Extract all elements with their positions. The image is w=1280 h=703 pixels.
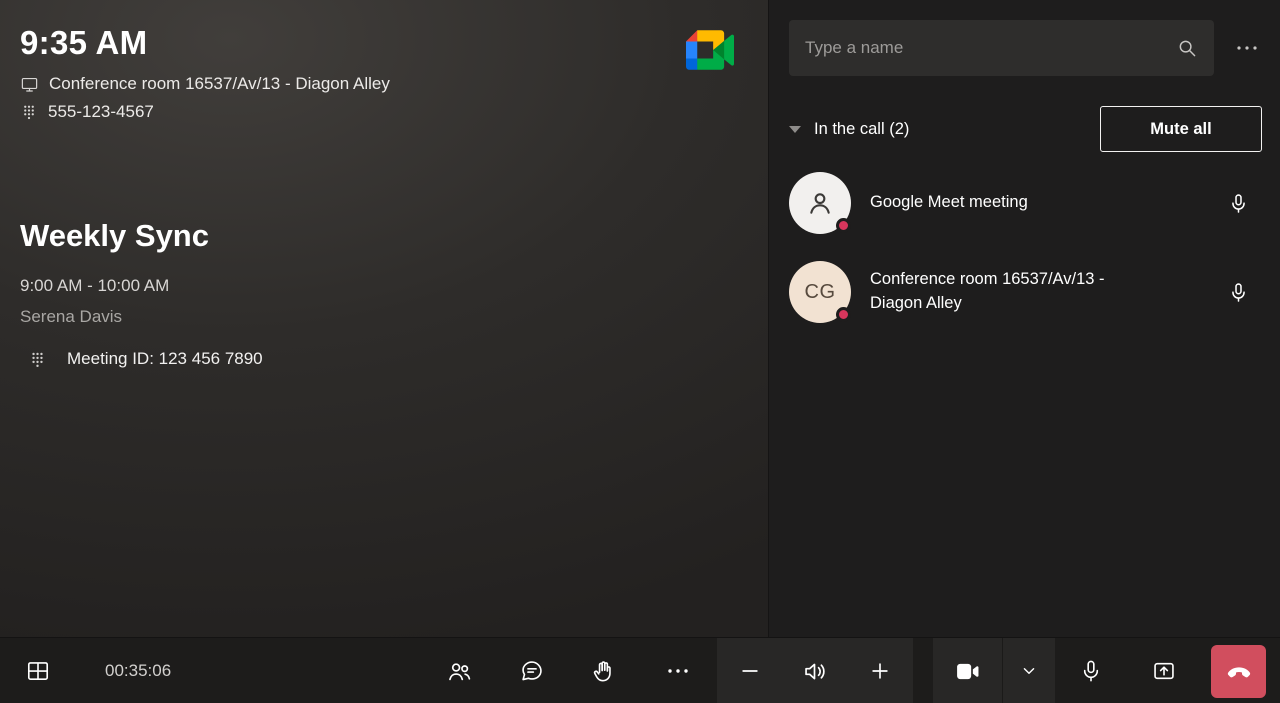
more-options-button[interactable] <box>654 638 702 703</box>
in-the-call-toggle[interactable]: In the call (2) <box>789 120 909 139</box>
presence-busy-dot <box>836 218 851 233</box>
participant-name: Conference room 16537/Av/13 - Diagon All… <box>870 268 1136 316</box>
speaker-icon <box>801 658 828 685</box>
camera-icon <box>954 658 981 685</box>
microphone-button[interactable] <box>1067 638 1115 703</box>
raise-hand-button[interactable] <box>580 638 628 703</box>
participant-list: Google Meet meeting CG Conf <box>789 172 1262 350</box>
minus-icon <box>739 660 761 682</box>
in-the-call-label: In the call (2) <box>814 120 909 139</box>
meeting-organizer: Serena Davis <box>20 307 209 327</box>
meeting-id-row: Meeting ID: 123 456 7890 <box>28 349 263 369</box>
avatar: CG <box>789 261 851 323</box>
camera-button[interactable] <box>933 638 1002 703</box>
meeting-title: Weekly Sync <box>20 218 209 254</box>
layout-grid-button[interactable] <box>14 638 62 703</box>
plus-icon <box>869 660 891 682</box>
roster-panel: In the call (2) Mute all Google Meet mee… <box>768 0 1280 637</box>
search-box[interactable] <box>789 20 1214 76</box>
participant-row[interactable]: CG Conference room 16537/Av/13 - Diagon … <box>789 261 1262 323</box>
mic-icon <box>1227 281 1250 304</box>
raise-hand-icon <box>591 658 617 684</box>
clock: 9:35 AM <box>20 24 147 62</box>
dialpad-icon <box>28 350 47 369</box>
chat-icon <box>519 658 545 684</box>
speaker-button[interactable] <box>782 638 847 703</box>
presence-busy-dot <box>836 307 851 322</box>
roster-more-button[interactable] <box>1230 34 1264 62</box>
meeting-time: 9:00 AM - 10:00 AM <box>20 276 209 296</box>
avatar-initials: CG <box>805 281 836 304</box>
avatar <box>789 172 851 234</box>
more-icon <box>666 667 690 675</box>
grid-layout-icon <box>25 658 51 684</box>
volume-up-button[interactable] <box>848 638 913 703</box>
meeting-id: Meeting ID: 123 456 7890 <box>67 349 263 369</box>
chevron-collapse-icon <box>789 126 801 133</box>
mic-icon <box>1227 192 1250 215</box>
participant-mic-button[interactable] <box>1214 281 1262 304</box>
call-timer: 00:35:06 <box>105 638 171 703</box>
roster-section-row: In the call (2) Mute all <box>789 106 1262 152</box>
hang-up-button[interactable] <box>1211 645 1266 698</box>
people-icon <box>446 658 473 685</box>
hangup-icon <box>1224 657 1254 687</box>
chevron-down-icon <box>1019 661 1039 681</box>
google-meet-logo <box>686 28 734 72</box>
camera-options-button[interactable] <box>1003 638 1055 703</box>
control-bar: 00:35:06 <box>0 637 1280 703</box>
chat-button[interactable] <box>508 638 556 703</box>
camera-group <box>933 638 1055 703</box>
share-button[interactable] <box>1140 638 1188 703</box>
person-icon <box>804 187 836 219</box>
dialpad-icon <box>20 103 38 121</box>
roster-people-button[interactable] <box>435 638 483 703</box>
room-name-row: Conference room 16537/Av/13 - Diagon All… <box>20 74 390 94</box>
volume-down-button[interactable] <box>717 638 782 703</box>
mute-all-button[interactable]: Mute all <box>1100 106 1262 152</box>
phone-number: 555-123-4567 <box>48 102 154 122</box>
search-input[interactable] <box>805 38 1176 58</box>
share-icon <box>1151 658 1177 684</box>
participant-name: Google Meet meeting <box>870 191 1028 215</box>
participant-row[interactable]: Google Meet meeting <box>789 172 1262 234</box>
more-icon <box>1236 44 1258 52</box>
display-icon <box>20 75 39 94</box>
participant-mic-button[interactable] <box>1214 192 1262 215</box>
meeting-info: Weekly Sync 9:00 AM - 10:00 AM Serena Da… <box>20 218 209 327</box>
phone-number-row: 555-123-4567 <box>20 102 154 122</box>
room-name: Conference room 16537/Av/13 - Diagon All… <box>49 74 390 94</box>
volume-group <box>717 638 913 703</box>
mic-icon <box>1078 658 1104 684</box>
teams-room-console: 9:35 AM Conference room 16537/Av/13 - Di… <box>0 0 1280 703</box>
search-icon <box>1176 37 1198 59</box>
stage-panel: 9:35 AM Conference room 16537/Av/13 - Di… <box>0 0 768 637</box>
